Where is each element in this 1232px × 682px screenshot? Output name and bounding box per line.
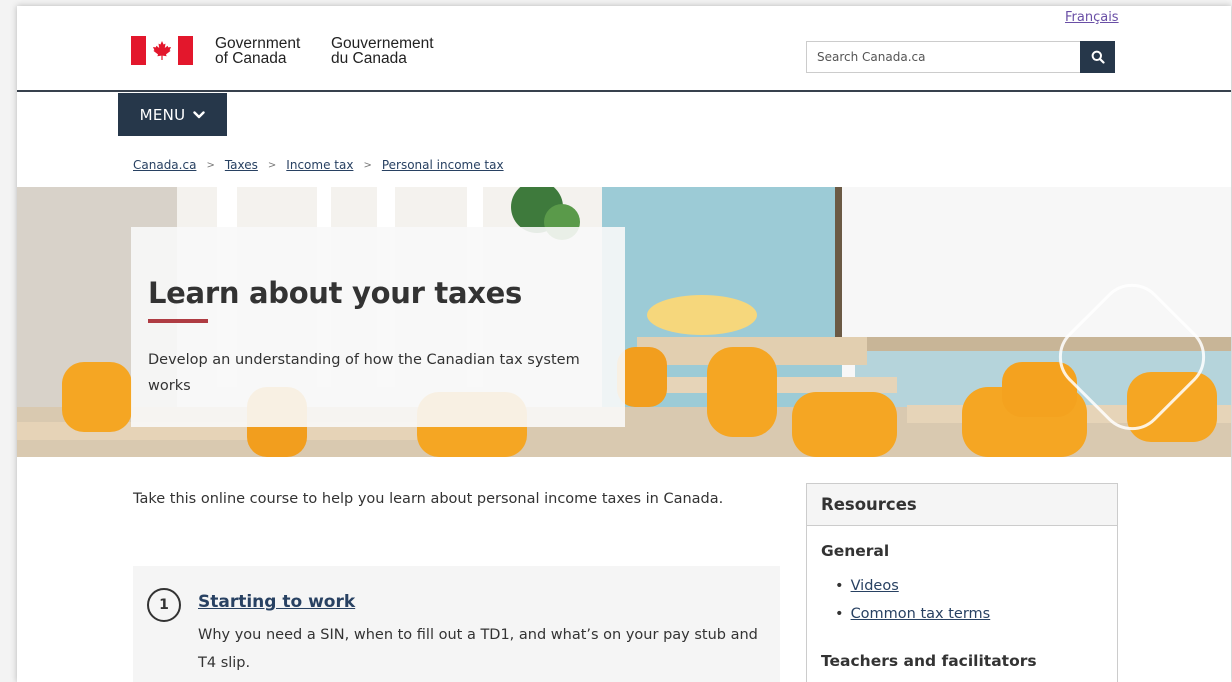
teachers-heading: Teachers and facilitators: [821, 652, 1037, 670]
search-icon: [1091, 50, 1105, 64]
hero-banner: Learn about your taxes Develop an unders…: [17, 187, 1231, 457]
menu-button[interactable]: MENU: [118, 93, 227, 136]
course-step-card: 1 Starting to work Why you need a SIN, w…: [133, 566, 780, 682]
language-toggle-link[interactable]: Français: [1065, 10, 1119, 25]
page-frame: Français Government of Canada Gouverneme…: [17, 6, 1231, 682]
hero-subtitle: Develop an understanding of how the Cana…: [148, 352, 580, 394]
title-underline: [148, 319, 208, 323]
resources-panel: Resources General Videos Common tax term…: [806, 483, 1118, 682]
breadcrumb-personal-income-tax[interactable]: Personal income tax: [382, 158, 504, 172]
government-signature[interactable]: Government of Canada Gouvernement du Can…: [131, 36, 471, 66]
search-button[interactable]: [1080, 41, 1115, 73]
general-heading: General: [821, 542, 890, 560]
search-input[interactable]: [806, 41, 1080, 73]
breadcrumb-canada[interactable]: Canada.ca: [133, 158, 196, 172]
breadcrumb: Canada.ca > Taxes > Income tax > Persona…: [133, 158, 504, 172]
page-title: Learn about your taxes: [148, 276, 522, 310]
header-divider: [17, 90, 1231, 92]
breadcrumb-separator: >: [363, 159, 372, 171]
signature-french: Gouvernement du Canada: [331, 35, 434, 67]
list-item: Videos: [835, 572, 990, 600]
resources-heading: Resources: [807, 484, 1117, 526]
breadcrumb-separator: >: [267, 159, 277, 171]
chevron-down-icon: [193, 110, 206, 118]
hero-text-panel: Learn about your taxes Develop an unders…: [131, 227, 625, 427]
search-form: [806, 41, 1115, 73]
canada-flag-icon: [131, 36, 193, 65]
step-description: Why you need a SIN, when to fill out a T…: [198, 627, 758, 671]
menu-label: MENU: [139, 105, 186, 124]
videos-link[interactable]: Videos: [851, 578, 899, 594]
list-item: Common tax terms: [835, 600, 991, 628]
general-links-list: Videos Common tax terms: [835, 572, 991, 628]
intro-text: Take this online course to help you lear…: [133, 491, 724, 507]
breadcrumb-taxes[interactable]: Taxes: [225, 158, 258, 172]
step-title-link[interactable]: Starting to work: [198, 592, 355, 612]
signature-english: Government of Canada: [215, 35, 301, 67]
step-number-badge: 1: [147, 588, 181, 622]
common-tax-terms-link[interactable]: Common tax terms: [851, 606, 991, 622]
breadcrumb-income-tax[interactable]: Income tax: [286, 158, 353, 172]
breadcrumb-separator: >: [206, 159, 215, 171]
